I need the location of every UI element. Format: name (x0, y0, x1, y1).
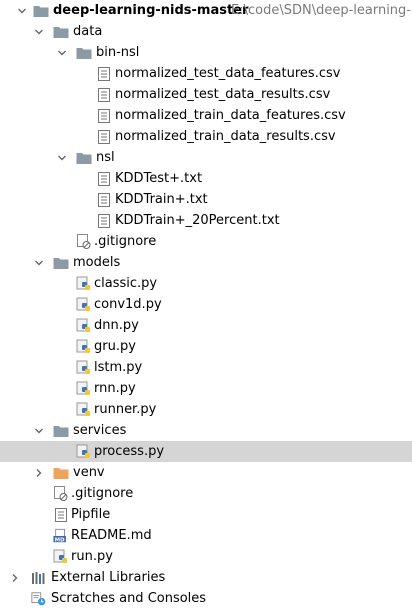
text-file-icon (96, 126, 112, 147)
tree-row-file[interactable]: runner.py (0, 399, 412, 420)
tree-row-models-folder[interactable]: models (0, 252, 412, 273)
folder-name: models (73, 255, 121, 270)
chevron-down-icon[interactable] (33, 420, 45, 441)
scratches-icon (31, 588, 47, 609)
tree-row-external-libraries[interactable]: External Libraries (0, 567, 412, 588)
file-name: conv1d.py (94, 297, 162, 312)
text-file-icon (53, 504, 69, 525)
file-name: normalized_train_data_results.csv (115, 129, 336, 144)
folder-icon (76, 147, 92, 168)
file-name: lstm.py (94, 360, 143, 375)
tree-row-nsl-folder[interactable]: nsl (0, 147, 412, 168)
folder-icon (53, 252, 69, 273)
chevron-down-icon[interactable] (33, 252, 45, 273)
chevron-right-icon[interactable] (33, 462, 45, 483)
python-file-icon (76, 273, 92, 294)
file-name: classic.py (94, 276, 158, 291)
root-folder-name: deep-learning-nids-master (53, 3, 249, 18)
file-name: KDDTest+.txt (115, 171, 203, 186)
file-name: run.py (71, 549, 113, 564)
folder-name: nsl (96, 150, 115, 165)
tree-row-file[interactable]: classic.py (0, 273, 412, 294)
file-name: normalized_test_data_features.csv (115, 66, 341, 81)
file-name: runner.py (94, 402, 157, 417)
folder-icon (33, 0, 49, 21)
text-file-icon (96, 84, 112, 105)
file-name: .gitignore (94, 234, 157, 249)
project-tree: deep-learning-nids-master E:\code\SDN\de… (0, 0, 412, 610)
python-file-icon (76, 336, 92, 357)
tree-row-file[interactable]: rnn.py (0, 378, 412, 399)
text-file-icon (96, 63, 112, 84)
tree-row-file[interactable]: normalized_train_data_results.csv (0, 126, 412, 147)
folder-icon (53, 462, 69, 483)
library-icon (31, 567, 47, 588)
text-file-icon (96, 189, 112, 210)
tree-row-file[interactable]: MD README.md (0, 525, 412, 546)
chevron-down-icon[interactable] (16, 0, 28, 21)
scratches-label: Scratches and Consoles (51, 591, 207, 606)
tree-row-file[interactable]: Pipfile (0, 504, 412, 525)
python-file-icon (76, 441, 92, 462)
tree-row-file[interactable]: .gitignore (0, 231, 412, 252)
tree-row-file[interactable]: KDDTest+.txt (0, 168, 412, 189)
file-name: Pipfile (71, 507, 111, 522)
chevron-right-icon[interactable] (9, 567, 21, 588)
file-name: README.md (71, 528, 152, 543)
python-file-icon (76, 357, 92, 378)
folder-icon (53, 420, 69, 441)
file-name: KDDTrain+.txt (115, 192, 208, 207)
file-name: rnn.py (94, 381, 136, 396)
tree-row-venv-folder[interactable]: venv (0, 462, 412, 483)
folder-name: data (73, 24, 103, 39)
tree-row-services-folder[interactable]: services (0, 420, 412, 441)
chevron-down-icon[interactable] (56, 147, 68, 168)
file-name: process.py (94, 444, 165, 459)
file-name: normalized_test_data_results.csv (115, 87, 331, 102)
tree-row-file[interactable]: normalized_train_data_features.csv (0, 105, 412, 126)
tree-row-file[interactable]: normalized_test_data_features.csv (0, 63, 412, 84)
file-name: .gitignore (71, 486, 134, 501)
tree-row-root[interactable]: deep-learning-nids-master E:\code\SDN\de… (0, 0, 412, 21)
python-file-icon (53, 546, 69, 567)
folder-name: services (73, 423, 127, 438)
python-file-icon (76, 294, 92, 315)
tree-row-file[interactable]: dnn.py (0, 315, 412, 336)
tree-row-file[interactable]: KDDTrain+_20Percent.txt (0, 210, 412, 231)
tree-row-bin-nsl-folder[interactable]: bin-nsl (0, 42, 412, 63)
python-file-icon (76, 399, 92, 420)
file-name: normalized_train_data_features.csv (115, 108, 346, 123)
folder-name: venv (73, 465, 105, 480)
file-name: KDDTrain+_20Percent.txt (115, 213, 280, 228)
tree-row-data-folder[interactable]: data (0, 21, 412, 42)
tree-row-scratches[interactable]: Scratches and Consoles (0, 588, 412, 609)
external-libraries-label: External Libraries (51, 570, 166, 585)
file-name: dnn.py (94, 318, 139, 333)
chevron-down-icon[interactable] (56, 42, 68, 63)
markdown-file-icon: MD (53, 525, 69, 546)
tree-row-file[interactable]: lstm.py (0, 357, 412, 378)
tree-row-file[interactable]: normalized_test_data_results.csv (0, 84, 412, 105)
folder-name: bin-nsl (96, 45, 140, 60)
chevron-down-icon[interactable] (33, 21, 45, 42)
folder-icon (76, 42, 92, 63)
gitignore-file-icon (53, 483, 69, 504)
root-folder-path: E:\code\SDN\deep-learning-nids-master (231, 3, 412, 18)
text-file-icon (96, 105, 112, 126)
tree-row-file[interactable]: run.py (0, 546, 412, 567)
tree-row-file[interactable]: .gitignore (0, 483, 412, 504)
gitignore-file-icon (76, 231, 92, 252)
folder-icon (53, 21, 69, 42)
python-file-icon (76, 378, 92, 399)
tree-row-file[interactable]: gru.py (0, 336, 412, 357)
file-name: gru.py (94, 339, 136, 354)
tree-row-file-selected[interactable]: process.py (0, 441, 412, 462)
text-file-icon (96, 210, 112, 231)
tree-row-file[interactable]: conv1d.py (0, 294, 412, 315)
python-file-icon (76, 315, 92, 336)
svg-text:MD: MD (55, 537, 65, 543)
tree-row-file[interactable]: KDDTrain+.txt (0, 189, 412, 210)
text-file-icon (96, 168, 112, 189)
